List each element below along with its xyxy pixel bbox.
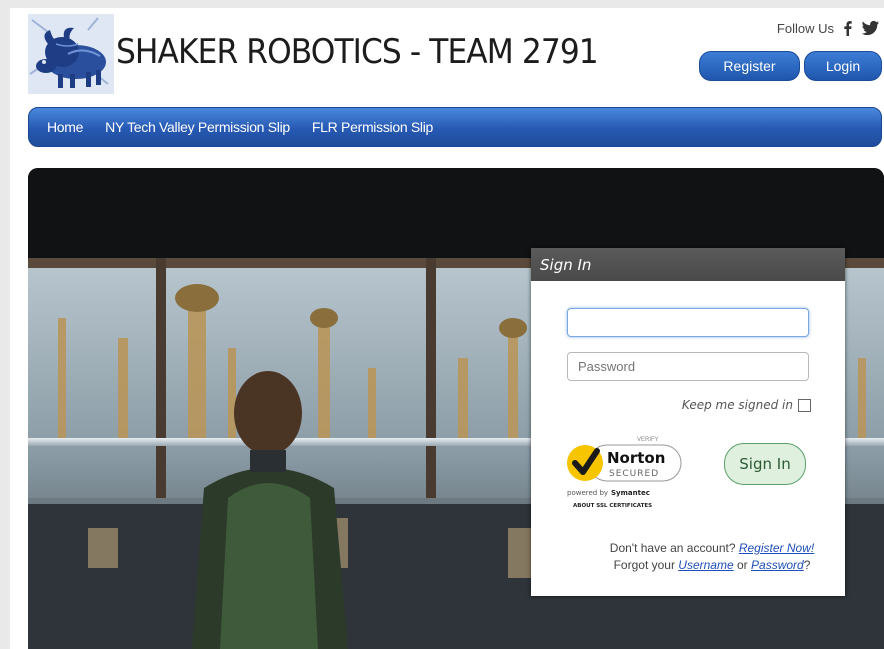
- page: SHAKER ROBOTICS - TEAM 2791 Follow Us Re…: [10, 8, 884, 649]
- forgot-text: Forgot your: [613, 558, 675, 572]
- signin-button[interactable]: Sign In: [724, 443, 806, 485]
- no-account-line: Don't have an account? Register Now!: [555, 540, 869, 557]
- nav-item-ny-tech-valley-permission-slip[interactable]: NY Tech Valley Permission Slip: [105, 119, 290, 135]
- norton-about: ABOUT SSL CERTIFICATES: [573, 503, 652, 509]
- site-title[interactable]: SHAKER ROBOTICS - TEAM 2791: [116, 32, 599, 72]
- norton-powered-by: powered by: [567, 489, 608, 497]
- facebook-icon[interactable]: [840, 20, 856, 36]
- signin-panel: Sign In Keep me signed in VERIFY Norton …: [531, 248, 845, 596]
- or-text: or: [737, 558, 748, 572]
- nav-item-home[interactable]: Home: [47, 119, 83, 135]
- norton-secured: SECURED: [609, 469, 659, 479]
- question-mark: ?: [803, 558, 811, 572]
- login-button[interactable]: Login: [804, 51, 882, 81]
- forgot-username-link[interactable]: Username: [678, 558, 733, 572]
- nav-item-flr-permission-slip[interactable]: FLR Permission Slip: [312, 119, 433, 135]
- password-input[interactable]: [567, 352, 809, 381]
- register-now-link[interactable]: Register Now!: [739, 541, 814, 555]
- forgot-password-link[interactable]: Password: [751, 558, 804, 572]
- follow-us: Follow Us: [776, 20, 879, 36]
- norton-symantec: Symantec: [611, 489, 650, 497]
- signin-title: Sign In: [531, 248, 845, 281]
- follow-label: Follow Us: [776, 20, 834, 36]
- keep-signed-in-checkbox[interactable]: [798, 398, 811, 412]
- forgot-line: Forgot your Username or Password?: [555, 557, 869, 574]
- twitter-icon[interactable]: [861, 20, 879, 36]
- username-input[interactable]: [567, 308, 809, 337]
- no-account-text: Don't have an account?: [609, 541, 736, 555]
- keep-signed-in-label: Keep me signed in: [681, 398, 793, 412]
- norton-verify-text: VERIFY: [637, 437, 659, 443]
- main-nav: Home NY Tech Valley Permission Slip FLR …: [28, 107, 882, 147]
- norton-brand: Norton: [607, 449, 665, 467]
- team-logo[interactable]: [28, 14, 114, 94]
- keep-signed-in[interactable]: Keep me signed in: [682, 398, 811, 412]
- norton-seal[interactable]: VERIFY Norton SECURED powered by Symante…: [565, 431, 685, 517]
- register-button[interactable]: Register: [699, 51, 800, 81]
